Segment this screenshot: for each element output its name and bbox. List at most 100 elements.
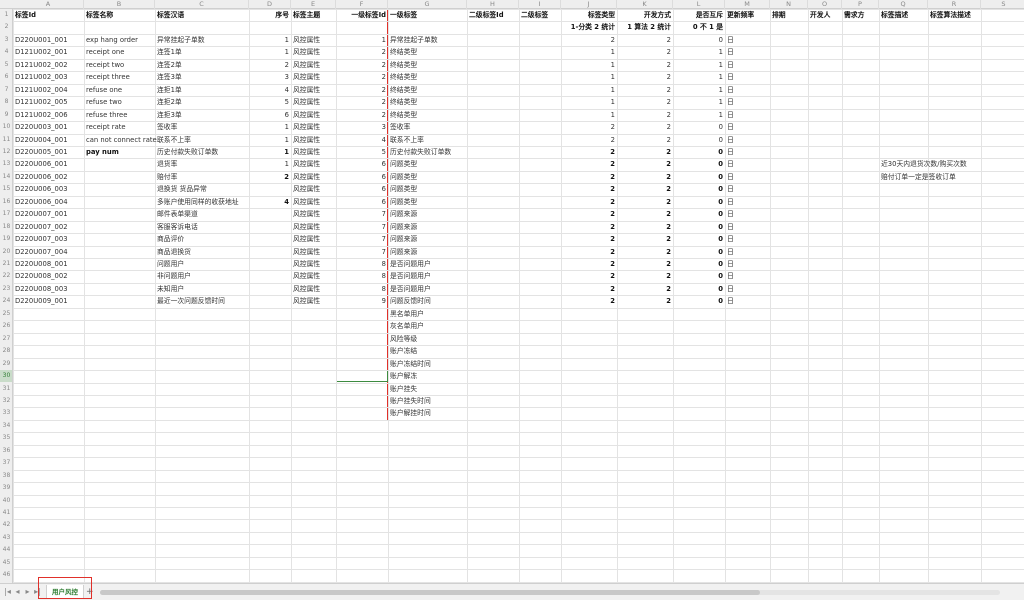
cell-e16[interactable]: 风控属性 — [291, 196, 322, 208]
row-header-16[interactable]: 16 — [0, 196, 12, 208]
cell-g24[interactable]: 问题反馈时间 — [388, 295, 433, 307]
cell-e15[interactable]: 风控属性 — [291, 183, 322, 195]
cell-g9[interactable]: 终结类型 — [388, 109, 419, 121]
cell-j10[interactable]: 2 — [561, 121, 617, 133]
cell-l24[interactable]: 0 — [673, 295, 725, 307]
cell-l3[interactable]: 0 — [673, 34, 725, 46]
cell-l23[interactable]: 0 — [673, 283, 725, 295]
cell-k9[interactable]: 2 — [617, 109, 673, 121]
last-sheet-button[interactable]: ▸| — [33, 587, 42, 597]
cell-a3[interactable]: D220U001_001 — [13, 34, 70, 46]
cell-m7[interactable]: 日 — [725, 84, 736, 96]
row-header-45[interactable]: 45 — [0, 557, 12, 569]
row-header-22[interactable]: 22 — [0, 270, 12, 282]
cell-b6[interactable]: receipt three — [84, 71, 132, 83]
cell-l8[interactable]: 1 — [673, 96, 725, 108]
row-header-10[interactable]: 10 — [0, 121, 12, 133]
cell-g16[interactable]: 问题类型 — [388, 196, 419, 208]
row-header-15[interactable]: 15 — [0, 183, 12, 195]
cell-a16[interactable]: D220U006_004 — [13, 196, 70, 208]
cell-a6[interactable]: D121U002_003 — [13, 71, 70, 83]
row-header-32[interactable]: 32 — [0, 395, 12, 407]
cell-m23[interactable]: 日 — [725, 283, 736, 295]
cell-c11[interactable]: 联系不上率 — [155, 134, 193, 146]
cell-c24[interactable]: 最近一次问题反馈时间 — [155, 295, 227, 307]
cell-e4[interactable]: 风控属性 — [291, 46, 322, 58]
cell-e5[interactable]: 风控属性 — [291, 59, 322, 71]
cell-c15[interactable]: 退换货 货品异常 — [155, 183, 209, 195]
cell-d12[interactable]: 1 — [249, 146, 291, 158]
cell-a15[interactable]: D220U006_003 — [13, 183, 70, 195]
cell-k1[interactable]: 开发方式 — [617, 9, 673, 21]
cell-a23[interactable]: D220U008_003 — [13, 283, 70, 295]
cell-j13[interactable]: 2 — [561, 158, 617, 170]
cell-k24[interactable]: 2 — [617, 295, 673, 307]
column-header-c[interactable]: C — [155, 0, 249, 9]
cell-j17[interactable]: 2 — [561, 208, 617, 220]
row-header-41[interactable]: 41 — [0, 507, 12, 519]
cell-m15[interactable]: 日 — [725, 183, 736, 195]
cell-k4[interactable]: 2 — [617, 46, 673, 58]
cell-l9[interactable]: 1 — [673, 109, 725, 121]
cell-k12[interactable]: 2 — [617, 146, 673, 158]
cell-f21[interactable]: 8 — [336, 258, 388, 270]
cell-g32[interactable]: 账户挂失时间 — [388, 395, 433, 407]
cell-k20[interactable]: 2 — [617, 246, 673, 258]
row-header-27[interactable]: 27 — [0, 333, 12, 345]
cell-k16[interactable]: 2 — [617, 196, 673, 208]
cell-e14[interactable]: 风控属性 — [291, 171, 322, 183]
cell-c19[interactable]: 商品评价 — [155, 233, 186, 245]
horizontal-scrollbar-thumb[interactable] — [100, 590, 760, 595]
cell-g23[interactable]: 是否问题用户 — [388, 283, 433, 295]
row-header-1[interactable]: 1 — [0, 9, 12, 21]
cell-b3[interactable]: exp hang order — [84, 34, 140, 46]
cell-d4[interactable]: 1 — [249, 46, 291, 58]
cell-e11[interactable]: 风控属性 — [291, 134, 322, 146]
cell-f11[interactable]: 4 — [336, 134, 388, 146]
row-header-37[interactable]: 37 — [0, 457, 12, 469]
column-header-s[interactable]: S — [981, 0, 1024, 9]
cell-c3[interactable]: 异常挂起子单数 — [155, 34, 207, 46]
cell-d9[interactable]: 6 — [249, 109, 291, 121]
cell-k8[interactable]: 2 — [617, 96, 673, 108]
cell-a7[interactable]: D121U002_004 — [13, 84, 70, 96]
column-header-k[interactable]: K — [617, 0, 673, 9]
cell-d8[interactable]: 5 — [249, 96, 291, 108]
cell-g17[interactable]: 问题来源 — [388, 208, 419, 220]
cell-j20[interactable]: 2 — [561, 246, 617, 258]
cell-e24[interactable]: 风控属性 — [291, 295, 322, 307]
cell-k2[interactable]: 1 算法 2 统计 — [617, 21, 673, 33]
column-header-g[interactable]: G — [388, 0, 467, 9]
cell-p1[interactable]: 需求方 — [842, 9, 866, 21]
column-header-m[interactable]: M — [725, 0, 770, 9]
cell-f9[interactable]: 2 — [336, 109, 388, 121]
cell-j7[interactable]: 1 — [561, 84, 617, 96]
cell-h1[interactable]: 二级标签Id — [467, 9, 506, 21]
cell-j14[interactable]: 2 — [561, 171, 617, 183]
cell-j16[interactable]: 2 — [561, 196, 617, 208]
cell-a5[interactable]: D121U002_002 — [13, 59, 70, 71]
cell-a21[interactable]: D220U008_001 — [13, 258, 70, 270]
row-header-12[interactable]: 12 — [0, 146, 12, 158]
cell-g4[interactable]: 终结类型 — [388, 46, 419, 58]
row-header-4[interactable]: 4 — [0, 46, 12, 58]
cell-a22[interactable]: D220U008_002 — [13, 270, 70, 282]
cell-l2[interactable]: 0 不 1 是 — [673, 21, 725, 33]
cell-c12[interactable]: 历史付款失败订单数 — [155, 146, 220, 158]
cell-c1[interactable]: 标签汉语 — [155, 9, 186, 21]
cell-d11[interactable]: 1 — [249, 134, 291, 146]
cell-d3[interactable]: 1 — [249, 34, 291, 46]
cell-m21[interactable]: 日 — [725, 258, 736, 270]
cell-n1[interactable]: 排期 — [770, 9, 788, 21]
row-header-5[interactable]: 5 — [0, 59, 12, 71]
cell-l5[interactable]: 1 — [673, 59, 725, 71]
cell-g14[interactable]: 问题类型 — [388, 171, 419, 183]
cell-f1[interactable]: 一级标签Id — [336, 9, 388, 21]
spreadsheet-grid[interactable]: 标签Id 标签名称 标签汉语 序号 标签主题 一级标签Id 一级标签 二级标签Id 二级标签 标签… — [13, 9, 1024, 583]
row-header-25[interactable]: 25 — [0, 308, 12, 320]
cell-m9[interactable]: 日 — [725, 109, 736, 121]
cell-b9[interactable]: refuse three — [84, 109, 129, 121]
cell-l15[interactable]: 0 — [673, 183, 725, 195]
cell-m24[interactable]: 日 — [725, 295, 736, 307]
cell-a19[interactable]: D220U007_003 — [13, 233, 70, 245]
